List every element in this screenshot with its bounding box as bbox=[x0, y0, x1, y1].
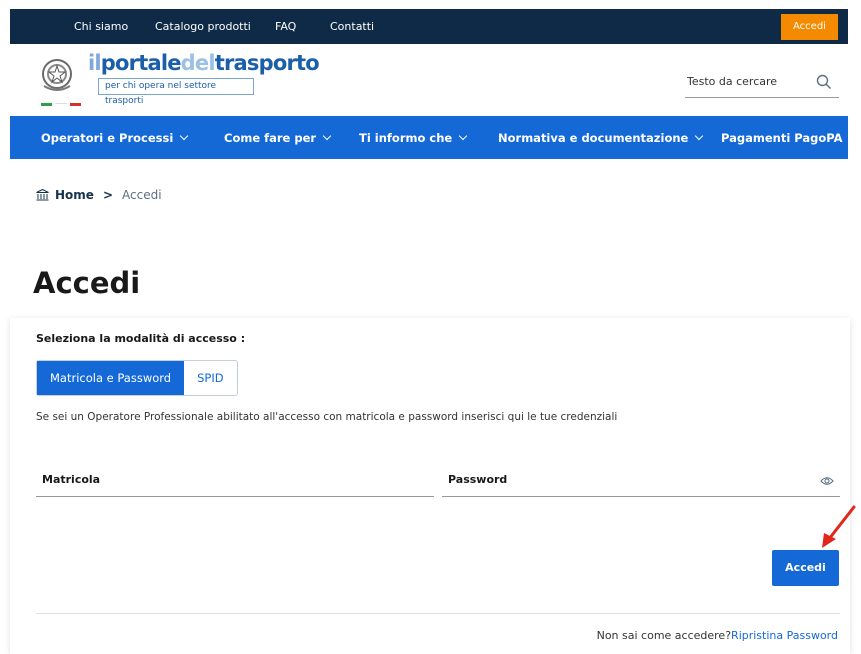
chevron-down-icon bbox=[322, 131, 332, 141]
nav-item-normativa-e-documentazione[interactable]: Normativa e documentazione bbox=[498, 131, 704, 145]
access-mode-label: Seleziona la modalità di accesso : bbox=[36, 332, 246, 345]
search-input[interactable]: Testo da cercare bbox=[687, 75, 777, 88]
tab-spid[interactable]: SPID bbox=[184, 361, 236, 395]
topbar-link-catalogo-prodotti[interactable]: Catalogo prodotti bbox=[155, 20, 251, 33]
eye-icon[interactable] bbox=[820, 475, 834, 487]
topbar-login-button[interactable]: Accedi bbox=[781, 14, 838, 40]
credentials-info-text: Se sei un Operatore Professionale abilit… bbox=[36, 411, 618, 423]
site-logo[interactable]: ilportaledeltrasporto bbox=[88, 50, 320, 76]
topbar-link-chi-siamo[interactable]: Chi siamo bbox=[74, 20, 128, 33]
site-header: ilportaledeltrasporto per chi opera nel … bbox=[10, 44, 848, 116]
topbar-link-contatti[interactable]: Contatti bbox=[330, 20, 374, 33]
chevron-down-icon bbox=[180, 131, 189, 141]
login-submit-button[interactable]: Accedi bbox=[772, 550, 839, 586]
search-icon[interactable] bbox=[816, 74, 832, 90]
nav-item-come-fare-per[interactable]: Come fare per bbox=[224, 131, 332, 145]
card-divider bbox=[36, 613, 840, 614]
access-mode-tabs: Matricola e Password SPID bbox=[36, 360, 238, 396]
nav-item-label: Normativa e documentazione bbox=[498, 131, 689, 145]
reset-password-link[interactable]: Ripristina Password bbox=[731, 629, 838, 642]
top-bar: Chi siamo Catalogo prodotti FAQ Contatti… bbox=[10, 9, 848, 44]
chevron-down-icon bbox=[458, 131, 468, 141]
breadcrumb-separator: > bbox=[102, 188, 113, 202]
breadcrumb-current: Accedi bbox=[122, 188, 162, 202]
tab-matricola-password[interactable]: Matricola e Password bbox=[37, 361, 185, 395]
help-text: Non sai come accedere? bbox=[596, 629, 732, 642]
nav-item-operatori-e-processi[interactable]: Operatori e Processi bbox=[41, 131, 189, 145]
italian-republic-emblem-icon bbox=[42, 59, 72, 91]
password-label: Password bbox=[448, 473, 508, 486]
home-icon bbox=[36, 189, 49, 201]
chevron-down-icon bbox=[695, 131, 704, 141]
nav-item-label: Come fare per bbox=[224, 131, 317, 145]
matricola-field[interactable]: Matricola bbox=[36, 473, 434, 497]
topbar-link-faq[interactable]: FAQ bbox=[275, 20, 296, 33]
italian-flag-stripe bbox=[41, 103, 81, 106]
search-underline bbox=[685, 97, 839, 98]
login-card: Seleziona la modalità di accesso : Matri… bbox=[10, 318, 850, 654]
logo-part-del: del bbox=[180, 51, 216, 75]
main-navigation: Operatori e Processi Come fare per Ti in… bbox=[10, 116, 858, 159]
nav-item-label: Operatori e Processi bbox=[41, 131, 174, 145]
nav-item-label: Ti informo che bbox=[359, 131, 453, 145]
logo-part-trasporto: trasporto bbox=[214, 51, 320, 75]
matricola-label: Matricola bbox=[42, 473, 101, 486]
breadcrumb: Home > Accedi bbox=[36, 188, 162, 202]
page-title: Accedi bbox=[33, 266, 141, 300]
nav-item-label: Pagamenti PagoPA bbox=[721, 131, 843, 145]
password-field[interactable]: Password bbox=[442, 473, 840, 497]
nav-item-ti-informo-che[interactable]: Ti informo che bbox=[359, 131, 468, 145]
logo-subtitle: per chi opera nel settore trasporti bbox=[98, 78, 254, 106]
nav-item-pagamenti-pagopa[interactable]: Pagamenti PagoPA bbox=[721, 131, 858, 145]
chevron-down-icon bbox=[849, 131, 858, 141]
logo-part-portale: portale bbox=[100, 51, 182, 75]
logo-part-il: il bbox=[88, 51, 102, 75]
red-arrow-annotation-icon bbox=[822, 505, 856, 548]
breadcrumb-home-link[interactable]: Home bbox=[55, 188, 94, 202]
help-line: Non sai come accedere?Ripristina Passwor… bbox=[597, 629, 838, 642]
